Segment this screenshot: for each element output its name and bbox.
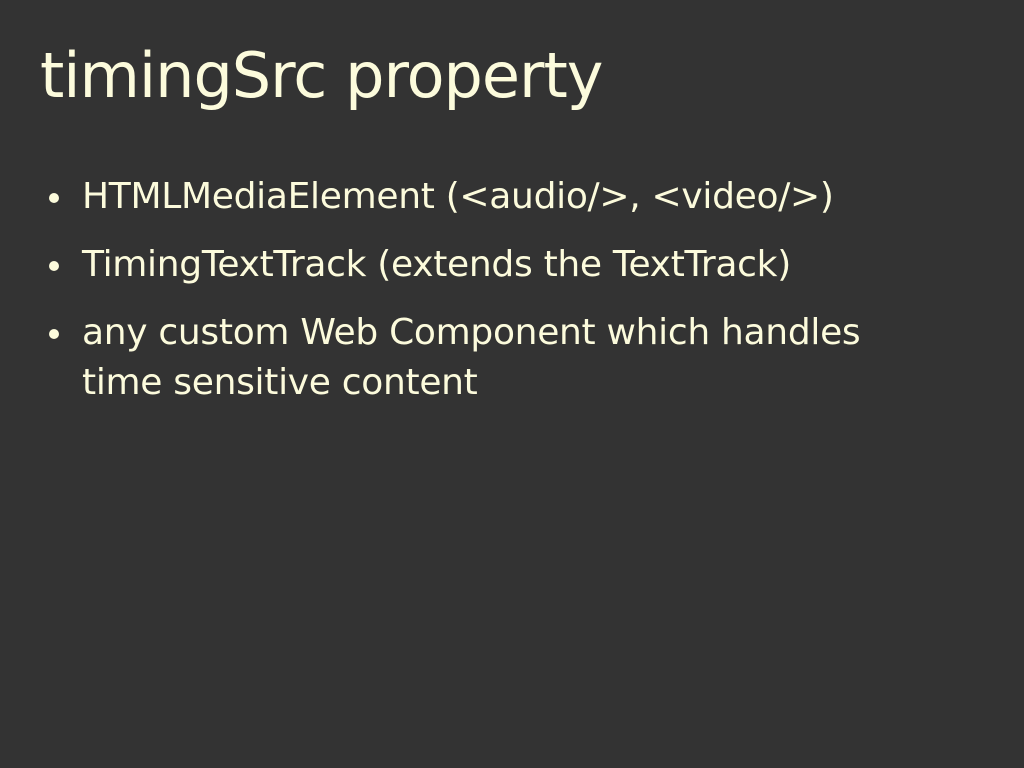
bullet-item-custom-web-component: any custom Web Component which handles t…	[40, 308, 940, 408]
bullet-dot-icon	[49, 193, 59, 203]
bullet-dot-icon	[49, 261, 59, 271]
bullet-item-htmlmediaelement: HTMLMediaElement (<audio/>, <video/>)	[40, 172, 940, 222]
bullet-item-timingtexttrack: TimingTextTrack (extends the TextTrack)	[40, 240, 940, 290]
bullet-dot-icon	[49, 329, 59, 339]
presentation-slide: timingSrc property HTMLMediaElement (<au…	[0, 0, 1024, 768]
bullet-text: any custom Web Component which handles t…	[82, 312, 861, 403]
bullet-list: HTMLMediaElement (<audio/>, <video/>) Ti…	[40, 172, 940, 426]
bullet-text: TimingTextTrack (extends the TextTrack)	[82, 244, 791, 285]
bullet-text: HTMLMediaElement (<audio/>, <video/>)	[82, 176, 834, 217]
slide-title: timingSrc property	[40, 39, 603, 112]
